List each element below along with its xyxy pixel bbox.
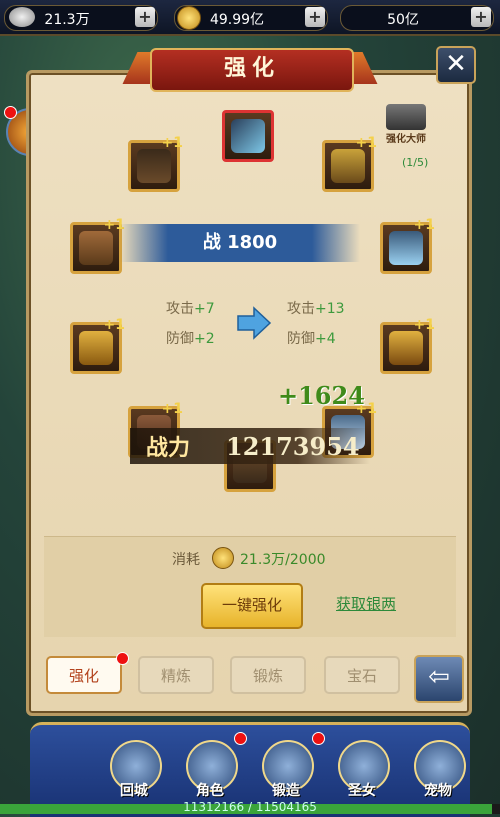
silver-coin-icon bbox=[212, 547, 234, 569]
stat-after-atk: 攻击+13 bbox=[287, 298, 345, 318]
nav-notification-dot bbox=[234, 732, 247, 745]
equip-slot-belt[interactable]: +1 bbox=[70, 217, 125, 274]
def-label: 防御 bbox=[166, 331, 194, 347]
close-button[interactable]: ✕ bbox=[436, 46, 476, 84]
power-value: 12173954 bbox=[226, 432, 360, 461]
exp-text: 11312166 / 11504165 bbox=[183, 800, 317, 814]
silver-value: 21.3万 bbox=[44, 12, 90, 28]
def-value: +4 bbox=[315, 331, 336, 347]
avatar-notification-dot bbox=[4, 106, 17, 119]
nav-notification-dot bbox=[312, 732, 325, 745]
add-silver-button[interactable]: + bbox=[135, 7, 155, 27]
nav-label-maiden: 圣女 bbox=[348, 783, 376, 799]
back-button[interactable]: ⇦ bbox=[414, 655, 464, 703]
nav-label-forge: 锻造 bbox=[272, 783, 300, 799]
one-click-enhance-button[interactable]: 一键强化 bbox=[201, 583, 303, 629]
gold-counter: 49.99亿 + bbox=[174, 5, 328, 31]
stat-before-def: 防御+2 bbox=[166, 328, 215, 348]
anvil-icon[interactable] bbox=[386, 104, 426, 130]
tab-temper[interactable]: 锻炼 bbox=[230, 656, 306, 694]
equip-slot-ring[interactable]: +1 bbox=[70, 317, 125, 374]
silver-counter: 21.3万 + bbox=[4, 5, 158, 31]
gem-counter: 50亿 + bbox=[340, 5, 494, 31]
add-gold-button[interactable]: + bbox=[305, 7, 325, 27]
gold-value: 49.99亿 bbox=[209, 12, 265, 28]
stat-after-def: 防御+4 bbox=[287, 328, 336, 348]
enhance-level: +1 bbox=[161, 135, 183, 151]
belt-icon bbox=[79, 231, 113, 265]
get-silver-link[interactable]: 获取银两 bbox=[336, 593, 396, 614]
ring-icon bbox=[79, 331, 113, 365]
necklace-icon bbox=[389, 231, 423, 265]
enhance-level: +1 bbox=[413, 217, 435, 233]
equip-slot-armor[interactable]: +1 bbox=[380, 317, 435, 374]
atk-label: 攻击 bbox=[166, 301, 194, 317]
gem-value: 50亿 bbox=[387, 12, 419, 28]
tab-notification-dot bbox=[116, 652, 129, 665]
atk-value: +13 bbox=[315, 301, 345, 317]
equip-slot-weapon[interactable] bbox=[222, 110, 274, 162]
def-value: +2 bbox=[194, 331, 215, 347]
cost-value: 21.3万/2000 bbox=[240, 552, 326, 568]
nav-label-pet: 宠物 bbox=[424, 783, 452, 799]
power-gain-popup: +1624 bbox=[278, 381, 365, 410]
enhance-master-label: 强化大师 bbox=[386, 134, 426, 145]
enhance-level: +1 bbox=[413, 317, 435, 333]
add-gem-button[interactable]: + bbox=[471, 7, 491, 27]
equip-slot-necklace[interactable]: +1 bbox=[380, 217, 435, 274]
arrow-right-icon bbox=[237, 306, 272, 340]
atk-label: 攻击 bbox=[287, 301, 315, 317]
sword-icon bbox=[231, 119, 265, 153]
enhance-level: +1 bbox=[103, 317, 125, 333]
nav-label-character: 角色 bbox=[196, 783, 224, 799]
panel-title: 强化 bbox=[150, 48, 354, 92]
item-combat-rating: 战 1800 bbox=[120, 224, 360, 262]
equip-slot-boots[interactable]: +1 bbox=[128, 135, 183, 192]
tab-refine[interactable]: 精炼 bbox=[138, 656, 214, 694]
equip-slot-helmet[interactable]: +1 bbox=[322, 135, 377, 192]
stat-before-atk: 攻击+7 bbox=[166, 298, 215, 318]
boots-icon bbox=[137, 149, 171, 183]
nav-label-return: 回城 bbox=[120, 783, 148, 799]
tab-gem[interactable]: 宝石 bbox=[324, 656, 400, 694]
tab-enhance[interactable]: 强化 bbox=[46, 656, 122, 694]
enhance-master-count: (1/5) bbox=[402, 156, 429, 169]
cost-label: 消耗 bbox=[172, 552, 200, 568]
enhance-level: +1 bbox=[161, 401, 183, 417]
armor-icon bbox=[389, 331, 423, 365]
power-label: 战力 bbox=[146, 436, 191, 461]
atk-value: +7 bbox=[194, 301, 215, 317]
helmet-icon bbox=[331, 149, 365, 183]
enhance-level: +1 bbox=[355, 135, 377, 151]
def-label: 防御 bbox=[287, 331, 315, 347]
